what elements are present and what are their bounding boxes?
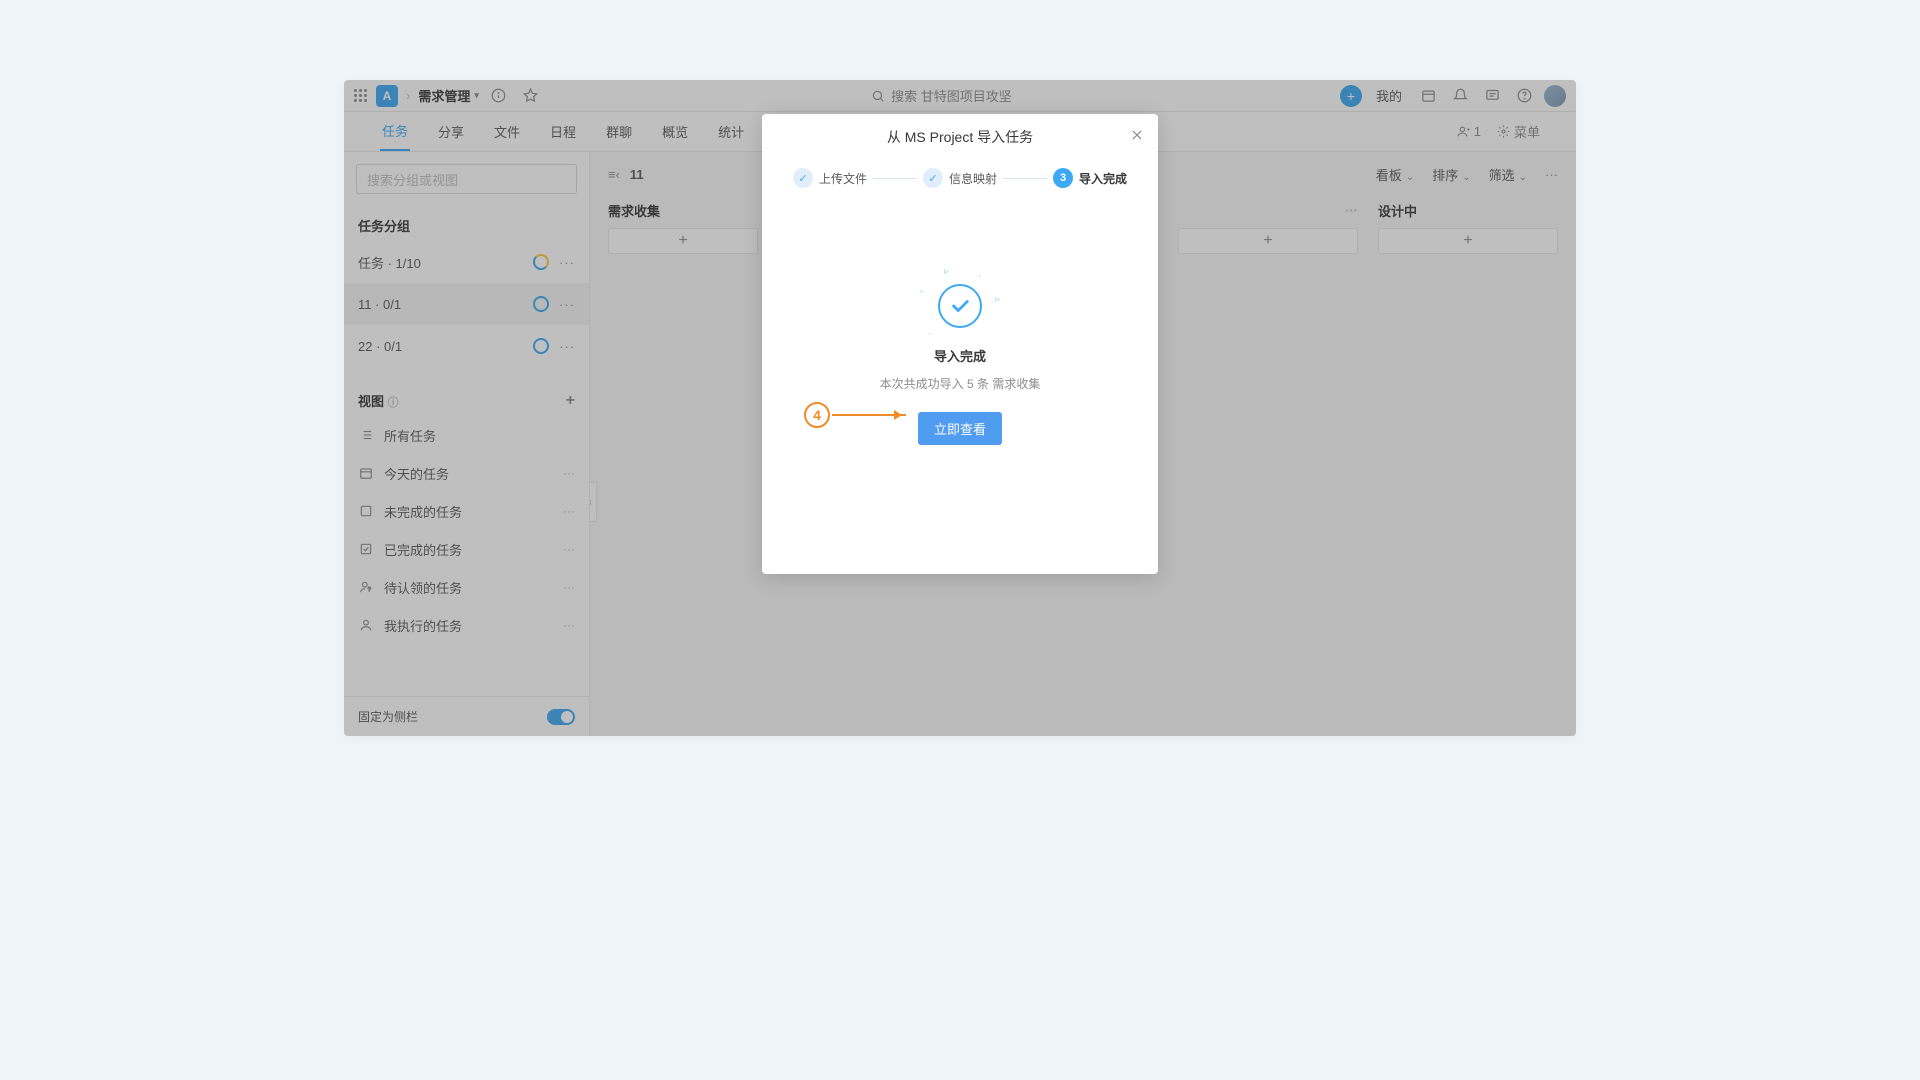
- step-complete: 3 导入完成: [1053, 168, 1127, 188]
- success-title: 导入完成: [934, 346, 986, 365]
- step-connector: [1003, 178, 1047, 179]
- step-mapping: ✓ 信息映射: [923, 168, 997, 188]
- success-subtitle: 本次共成功导入 5 条 需求收集: [880, 375, 1041, 392]
- success-check-icon: [938, 284, 982, 328]
- close-icon[interactable]: [1130, 128, 1144, 142]
- check-icon: ✓: [923, 168, 943, 188]
- import-modal: 从 MS Project 导入任务 ✓ 上传文件 ✓ 信息映射 3 导入完成: [762, 114, 1158, 574]
- check-icon: ✓: [793, 168, 813, 188]
- modal-header: 从 MS Project 导入任务: [762, 114, 1158, 160]
- step-connector: [873, 178, 917, 179]
- step-number: 3: [1053, 168, 1073, 188]
- modal-title: 从 MS Project 导入任务: [887, 127, 1033, 147]
- step-upload: ✓ 上传文件: [793, 168, 867, 188]
- wizard-steps: ✓ 上传文件 ✓ 信息映射 3 导入完成: [762, 160, 1158, 194]
- view-now-button[interactable]: 立即查看: [918, 412, 1002, 445]
